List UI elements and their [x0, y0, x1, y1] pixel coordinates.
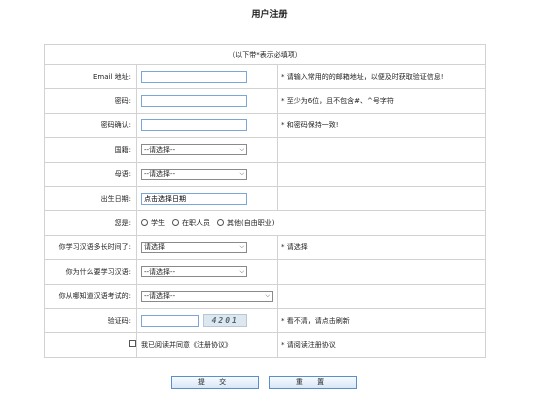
- email-hint: * 请输入常用的的邮箱地址，以便及时获取验证信息!: [276, 63, 487, 90]
- password-label: 密码:: [44, 88, 137, 114]
- password-input[interactable]: [141, 95, 247, 108]
- agreement-checkbox[interactable]: [129, 340, 136, 348]
- captcha-row: 验证码: 4201 * 看不清，请点击刷新: [44, 307, 487, 334]
- nationality-select[interactable]: --请选择-- ⌵: [141, 144, 247, 156]
- page-title: 用户注册: [251, 10, 288, 20]
- captcha-image[interactable]: 4201: [203, 314, 248, 328]
- captcha-input[interactable]: [141, 314, 199, 327]
- mother-tongue-row: 母语: --请选择-- ⌵: [44, 161, 487, 187]
- chevron-down-icon: ⌵: [239, 145, 244, 153]
- registration-form-table: （以下带*表示必填项） Email 地址: * 请输入常用的的邮箱地址，以便及时…: [43, 44, 487, 358]
- birthdate-label: 出生日期:: [44, 185, 137, 212]
- nationality-row: 国籍: --请选择-- ⌵: [44, 137, 487, 163]
- birthdate-input[interactable]: [141, 192, 247, 205]
- study-duration-row: 你学习汉语多长时间了: 请选择 ⌵ * 请选择: [44, 234, 487, 261]
- study-reason-row: 你为什么要学习汉语: --请选择-- ⌵: [44, 259, 487, 285]
- notice-row: （以下带*表示必填项）: [43, 44, 487, 65]
- study-reason-select[interactable]: --请选择-- ⌵: [141, 266, 247, 278]
- identity-option-student[interactable]: 学生: [141, 218, 165, 228]
- identity-option-label: 其他(自由职业): [227, 218, 275, 227]
- nationality-label: 国籍:: [44, 137, 137, 163]
- nationality-select-value: --请选择--: [144, 145, 176, 154]
- reset-button[interactable]: 重 置: [269, 376, 357, 389]
- password-row: 密码: * 至少为6位，且不包含#、^号字符: [44, 88, 487, 114]
- chevron-down-icon: ⌵: [239, 170, 244, 178]
- exam-source-select-value: --请选择--: [144, 292, 176, 301]
- submit-button[interactable]: 提 交: [171, 376, 259, 389]
- password-confirm-input[interactable]: [141, 119, 247, 132]
- password-confirm-row: 密码确认: * 和密码保持一致!: [44, 112, 487, 139]
- study-duration-select-value: 请选择: [144, 243, 165, 252]
- mother-tongue-label: 母语:: [44, 161, 137, 187]
- identity-option-other[interactable]: 其他(自由职业): [217, 218, 274, 228]
- chevron-down-icon: ⌵: [239, 267, 244, 275]
- birthdate-row: 出生日期:: [44, 185, 487, 212]
- password-hint: * 至少为6位，且不包含#、^号字符: [276, 88, 487, 114]
- radio-icon: [172, 219, 179, 227]
- exam-source-label: 你从哪知道汉语考试的:: [44, 283, 137, 309]
- radio-icon: [141, 219, 148, 227]
- identity-row: 您是: 学生 在职人员 其他(自由职业): [44, 210, 487, 236]
- email-label: Email 地址:: [44, 63, 137, 90]
- identity-option-label: 在职人员: [182, 218, 210, 227]
- mother-tongue-select-value: --请选择--: [144, 170, 176, 179]
- required-notice: （以下带*表示必填项）: [43, 44, 487, 65]
- study-duration-select[interactable]: 请选择 ⌵: [141, 241, 247, 253]
- study-duration-label: 你学习汉语多长时间了:: [44, 234, 137, 261]
- captcha-label: 验证码:: [44, 307, 137, 334]
- chevron-down-icon: ⌵: [265, 292, 270, 300]
- identity-option-employed[interactable]: 在职人员: [172, 218, 210, 228]
- agreement-text[interactable]: 我已阅读并同意《注册协议》: [136, 332, 278, 358]
- radio-icon: [217, 219, 224, 227]
- study-duration-hint: * 请选择: [276, 234, 487, 261]
- identity-label: 您是:: [44, 210, 137, 236]
- identity-option-label: 学生: [151, 218, 165, 227]
- chevron-down-icon: ⌵: [239, 243, 244, 251]
- agreement-hint: * 请阅读注册协议: [276, 332, 487, 358]
- email-row: Email 地址: * 请输入常用的的邮箱地址，以便及时获取验证信息!: [44, 63, 487, 90]
- study-reason-select-value: --请选择--: [144, 267, 176, 276]
- exam-source-row: 你从哪知道汉语考试的: --请选择-- ⌵: [44, 283, 487, 309]
- mother-tongue-select[interactable]: --请选择-- ⌵: [141, 168, 247, 180]
- agreement-row: 我已阅读并同意《注册协议》 * 请阅读注册协议: [44, 332, 487, 358]
- exam-source-select[interactable]: --请选择-- ⌵: [141, 290, 273, 302]
- password-confirm-label: 密码确认:: [44, 112, 137, 139]
- study-reason-label: 你为什么要学习汉语:: [44, 259, 137, 285]
- identity-radio-group: 学生 在职人员 其他(自由职业): [141, 218, 279, 228]
- password-confirm-hint: * 和密码保持一致!: [276, 112, 487, 139]
- captcha-hint: * 看不清，请点击刷新: [276, 307, 487, 334]
- email-input[interactable]: [141, 70, 247, 83]
